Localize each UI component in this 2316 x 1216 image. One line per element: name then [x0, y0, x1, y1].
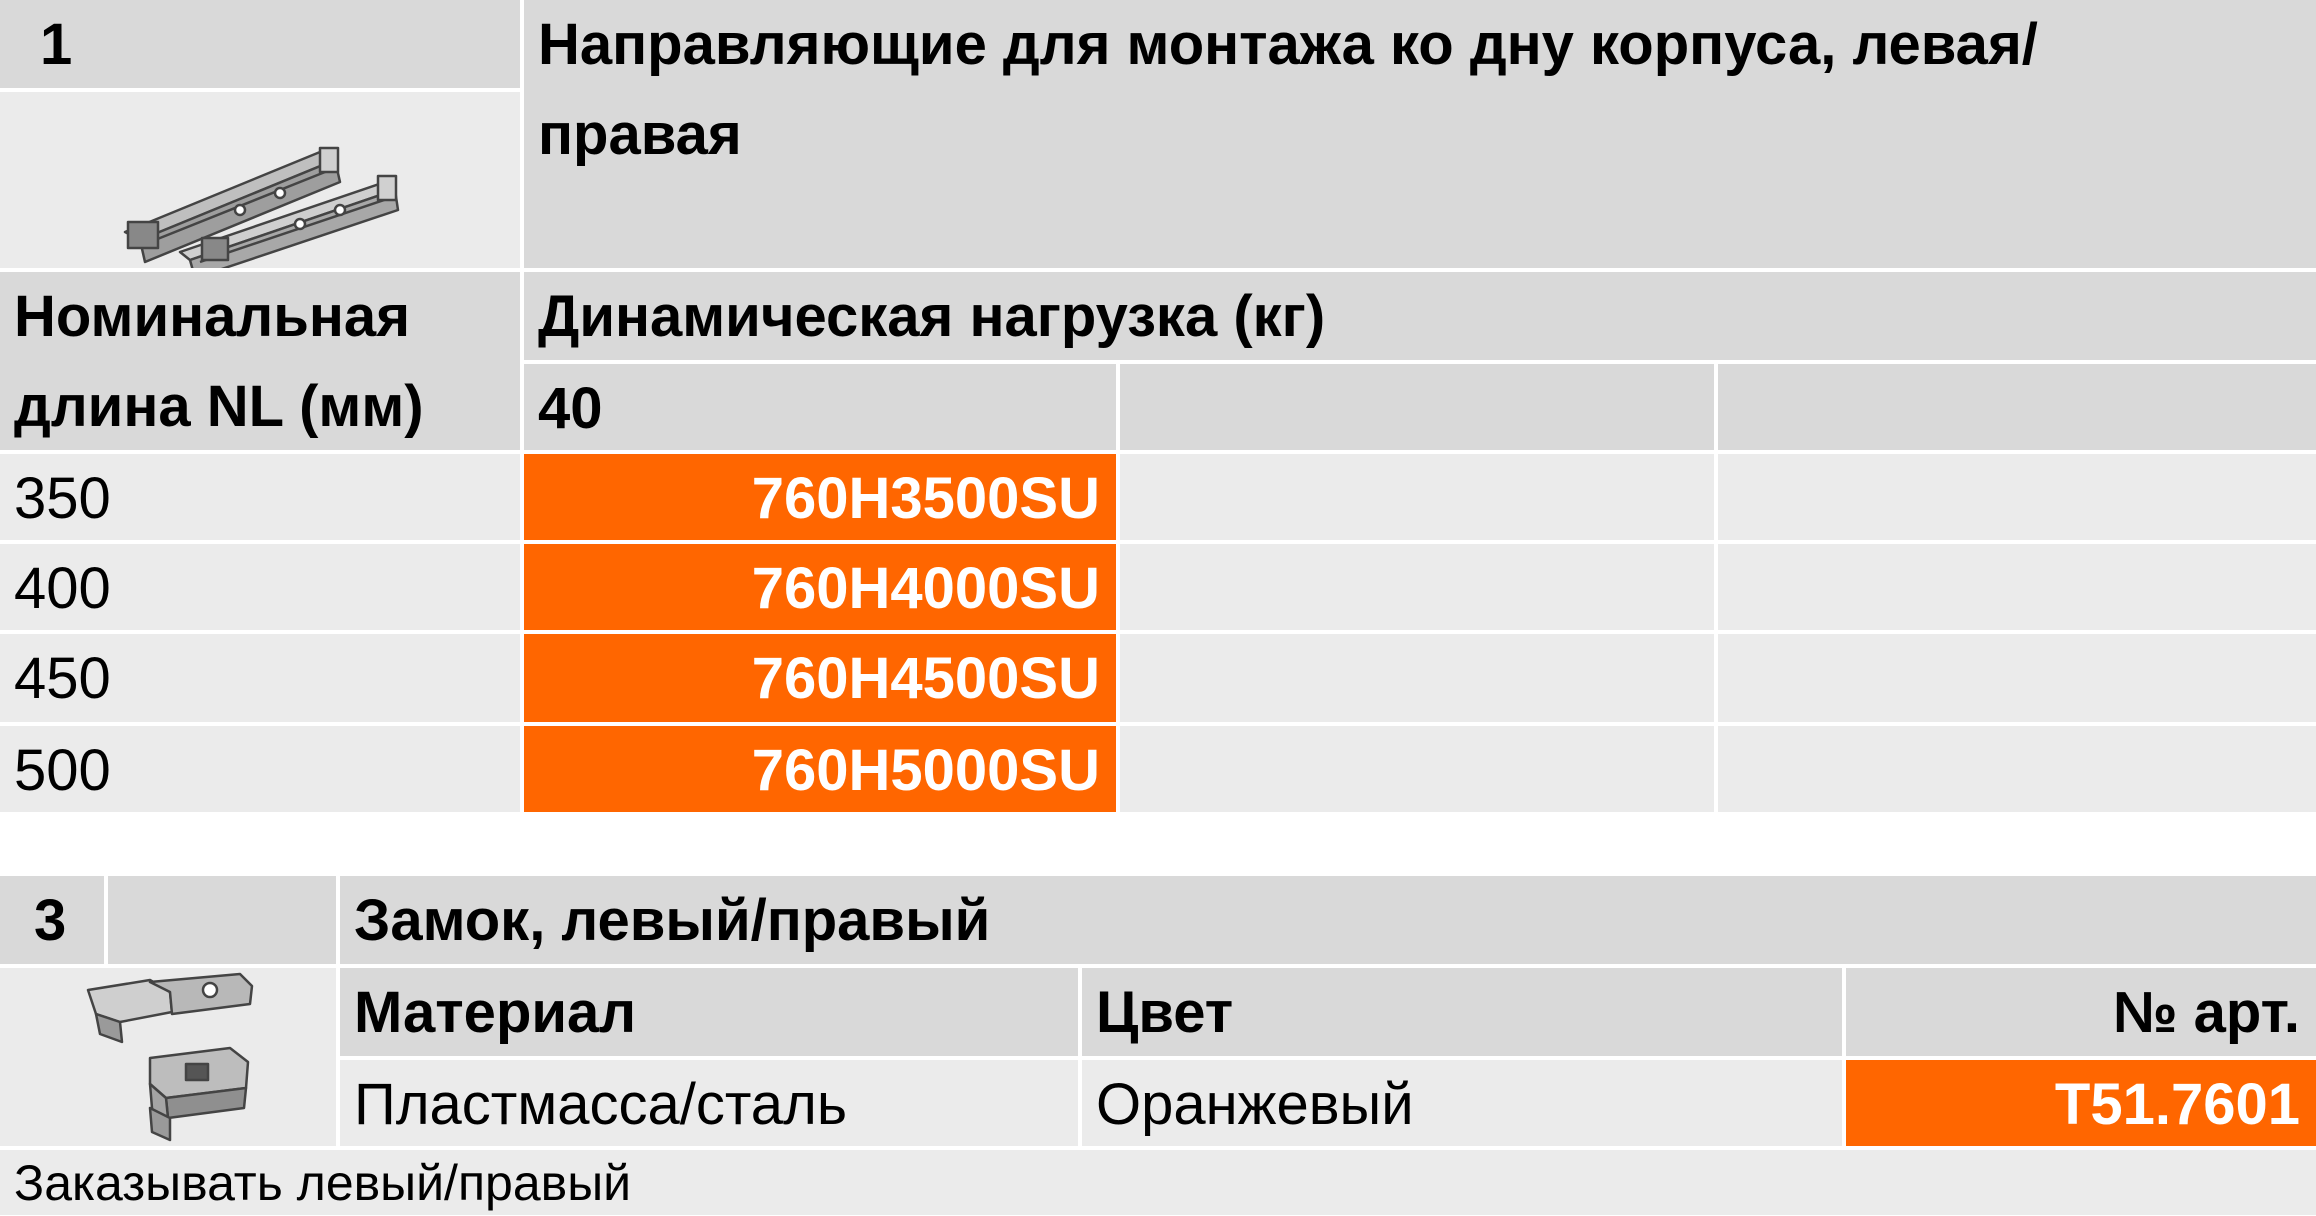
section-3-spacer	[108, 876, 336, 964]
article-cell: 760H4000SU	[524, 544, 1116, 630]
article-cell: 760H3500SU	[524, 454, 1116, 540]
article-cell: 760H5000SU	[524, 726, 1116, 812]
length-cell: 500	[0, 726, 520, 812]
empty-cell	[1718, 544, 2316, 630]
article-value: T51.7601	[1846, 1060, 2316, 1146]
load-value-1: 40	[524, 364, 1116, 450]
drawer-runner-rail-image	[123, 146, 400, 268]
section-3-image-cell	[0, 968, 336, 1146]
length-cell: 350	[0, 454, 520, 540]
empty-cell	[1718, 726, 2316, 812]
section-1-title: Направляющие для монтажа ко дну корпуса,…	[524, 0, 2316, 268]
section-3-title: Замок, левый/правый	[340, 876, 2316, 964]
load-value-3	[1718, 364, 2316, 450]
material-header: Материал	[340, 968, 1078, 1056]
section-1-image-cell	[0, 92, 520, 268]
material-value: Пластмасса/сталь	[340, 1060, 1078, 1146]
empty-cell	[1120, 726, 1714, 812]
article-header: № арт.	[1846, 968, 2316, 1056]
empty-cell	[1718, 454, 2316, 540]
section-1-title-line2: правая	[538, 102, 742, 167]
section-3-number: 3	[0, 876, 104, 964]
length-cell: 400	[0, 544, 520, 630]
color-value: Оранжевый	[1082, 1060, 1842, 1146]
empty-cell	[1120, 544, 1714, 630]
color-header: Цвет	[1082, 968, 1842, 1056]
lock-clip-image	[86, 972, 254, 1142]
empty-cell	[1120, 634, 1714, 722]
section-1-title-line1: Направляющие для монтажа ко дну корпуса,…	[538, 12, 2038, 77]
section-1-number: 1	[0, 0, 520, 88]
length-cell: 450	[0, 634, 520, 722]
nominal-length-header-line1: Номинальная	[14, 284, 411, 349]
article-cell: 760H4500SU	[524, 634, 1116, 722]
nominal-length-header: Номинальная длина NL (мм)	[0, 272, 520, 450]
empty-cell	[1718, 634, 2316, 722]
load-value-2	[1120, 364, 1714, 450]
empty-cell	[1120, 454, 1714, 540]
load-header: Динамическая нагрузка (кг)	[524, 272, 2316, 360]
footnote: Заказывать левый/правый	[0, 1150, 2316, 1215]
nominal-length-header-line2: длина NL (мм)	[14, 374, 424, 439]
